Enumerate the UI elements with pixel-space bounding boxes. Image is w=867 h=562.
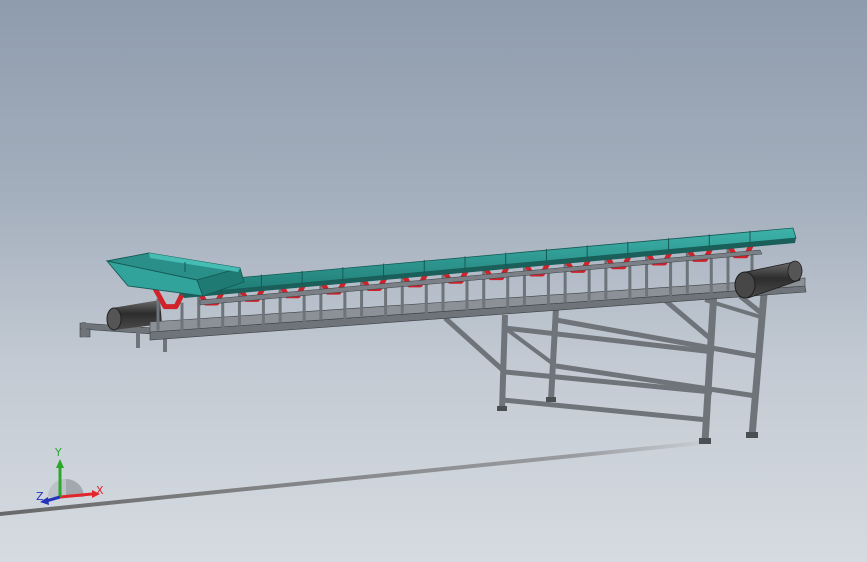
x-axis-label: X [96, 484, 104, 497]
cad-viewport[interactable]: X Y Z [0, 0, 867, 562]
z-axis-label: Z [36, 490, 44, 503]
ground-shadow [0, 441, 720, 516]
y-axis-label: Y [54, 446, 62, 459]
coordinate-triad[interactable]: X Y Z [36, 446, 104, 505]
model-canvas[interactable]: X Y Z [0, 0, 867, 562]
